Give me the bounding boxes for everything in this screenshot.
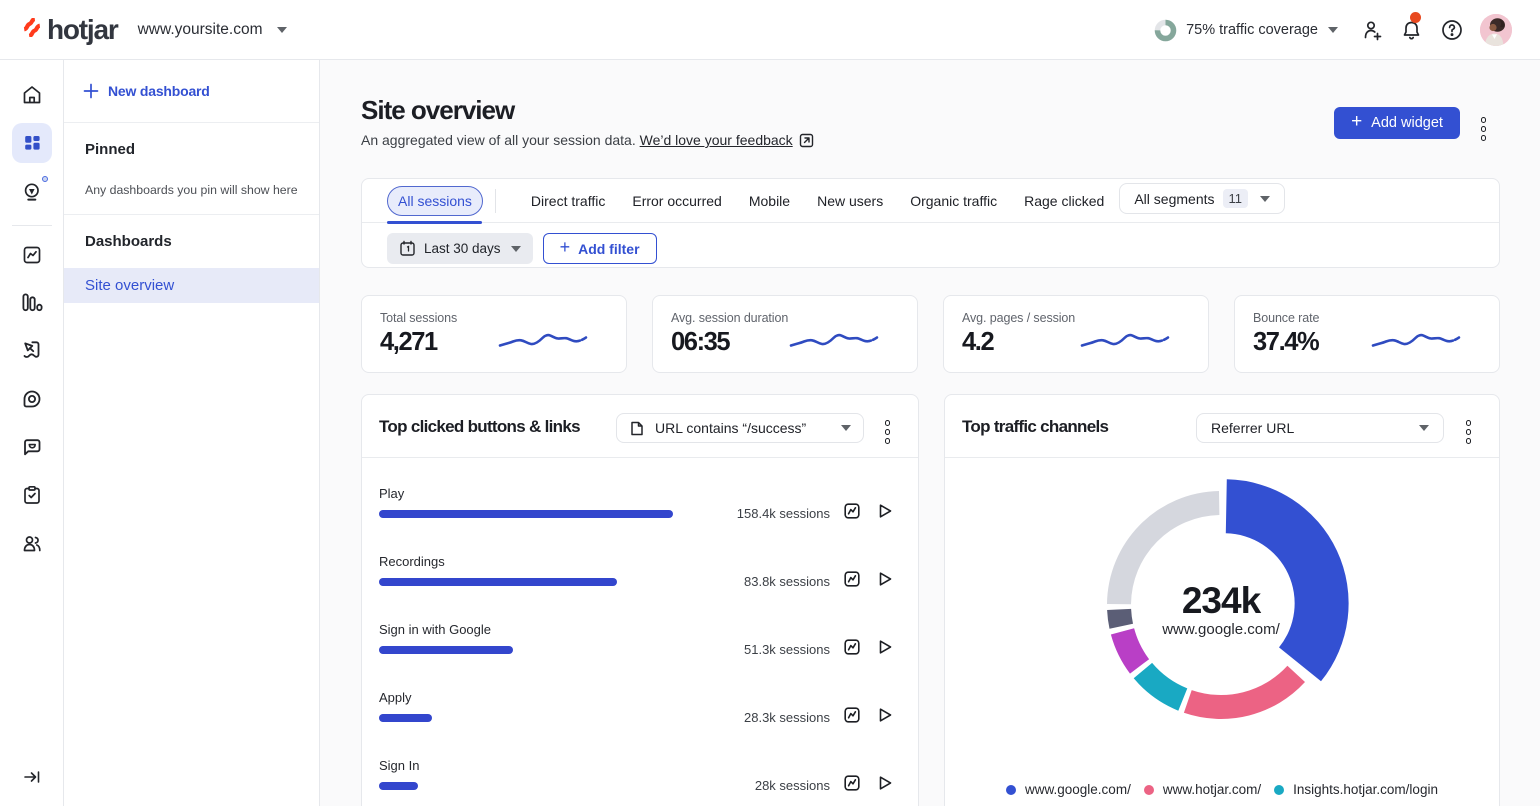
svg-text:234k: 234k	[1182, 580, 1262, 621]
svg-text:www.google.com/: www.google.com/	[1161, 621, 1280, 638]
